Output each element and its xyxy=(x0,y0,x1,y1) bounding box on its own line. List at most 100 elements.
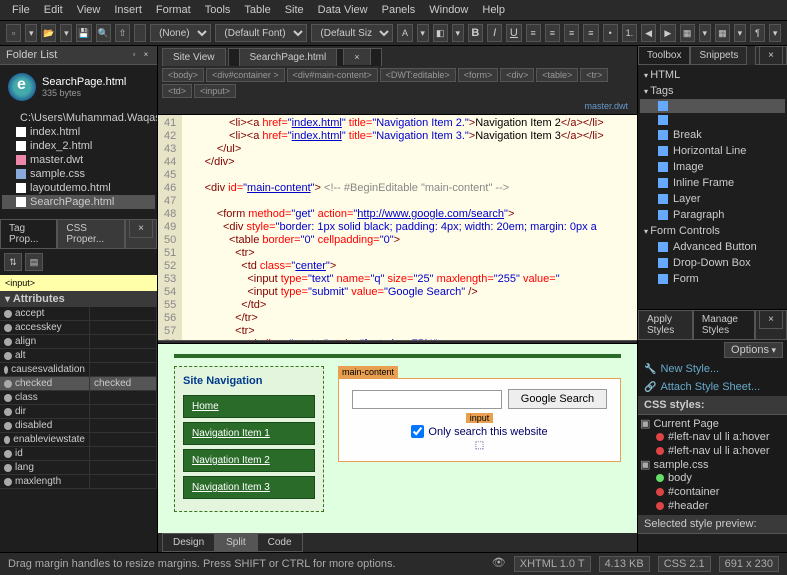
breadcrumb-item[interactable]: <div#container > xyxy=(206,68,285,82)
menu-site[interactable]: Site xyxy=(279,2,310,18)
tab-close-icon[interactable]: × xyxy=(343,48,370,65)
menu-format[interactable]: Format xyxy=(150,2,197,18)
view-split[interactable]: Split xyxy=(215,533,256,552)
attr-row[interactable]: causesvalidation xyxy=(0,363,157,377)
tab-snippets[interactable]: Snippets xyxy=(690,46,747,65)
design-view[interactable]: Site Navigation HomeNavigation Item 1Nav… xyxy=(158,344,637,533)
borders-button[interactable]: ▦ xyxy=(680,24,695,42)
italic-button[interactable]: I xyxy=(487,24,502,42)
attr-row[interactable]: alt xyxy=(0,349,157,363)
toolbox-item[interactable]: Horizontal Line xyxy=(640,143,785,159)
css-rule[interactable]: #left-nav ul li a:hover xyxy=(640,430,785,444)
css-rule[interactable]: body xyxy=(640,471,785,485)
nav-item[interactable]: Home xyxy=(183,395,315,418)
menu-table[interactable]: Table xyxy=(238,2,276,18)
tag-close-icon[interactable]: × xyxy=(129,219,153,238)
fgcolor-button[interactable]: A xyxy=(397,24,412,42)
css-group[interactable]: sample.css xyxy=(640,458,785,471)
toolbox-group[interactable]: HTML xyxy=(640,67,785,83)
tree-item[interactable]: layoutdemo.html xyxy=(2,181,155,195)
tab-tag-properties[interactable]: Tag Prop... xyxy=(0,219,57,249)
visual-aids-icon[interactable]: 👁 xyxy=(492,556,506,572)
menu-edit[interactable]: Edit xyxy=(38,2,69,18)
tab-searchpage[interactable]: SearchPage.html× xyxy=(228,48,382,66)
breadcrumb-item[interactable]: <td> xyxy=(162,84,192,98)
tree-item[interactable]: index.html xyxy=(2,125,155,139)
numbering-button[interactable]: 1. xyxy=(622,24,637,42)
toolbox-item[interactable]: Paragraph xyxy=(640,207,785,223)
attr-row[interactable]: enableviewstate xyxy=(0,433,157,447)
tab-site-view[interactable]: Site View xyxy=(162,48,226,66)
attr-row[interactable]: class xyxy=(0,391,157,405)
new-style-link[interactable]: 🔧 New Style... xyxy=(638,360,787,378)
breadcrumb-item[interactable]: <form> xyxy=(458,68,499,82)
attr-row[interactable]: dir xyxy=(0,405,157,419)
toolbox-item[interactable]: Advanced Button xyxy=(640,239,785,255)
toolbox-item[interactable]: Image xyxy=(640,159,785,175)
toolbox-item[interactable]: Layer xyxy=(640,191,785,207)
preview-button[interactable]: 🔍 xyxy=(96,24,111,42)
breadcrumb-item[interactable]: <input> xyxy=(194,84,236,98)
toolbox-item[interactable] xyxy=(640,99,785,113)
breadcrumb-item[interactable]: <table> xyxy=(536,68,578,82)
toolbox-item[interactable]: Break xyxy=(640,127,785,143)
outdent-button[interactable]: ◀ xyxy=(641,24,656,42)
breadcrumb-item[interactable]: <div#main-content> xyxy=(287,68,378,82)
underline-button[interactable]: U xyxy=(506,24,521,42)
toolbox-item[interactable]: Inline Frame xyxy=(640,175,785,191)
tree-item[interactable]: SearchPage.html xyxy=(2,195,155,209)
folder-close-icon[interactable]: × xyxy=(141,50,151,60)
master-link[interactable]: master.dwt xyxy=(579,100,633,112)
attr-row[interactable]: maxlength xyxy=(0,475,157,489)
attr-row[interactable]: accesskey xyxy=(0,321,157,335)
sitesearch-checkbox[interactable] xyxy=(411,425,424,438)
nav-item[interactable]: Navigation Item 2 xyxy=(183,449,315,472)
bullets-button[interactable]: • xyxy=(603,24,618,42)
tree-root[interactable]: C:\Users\Muhammad.Waqas\Documen xyxy=(2,111,155,125)
align-center-button[interactable]: ≡ xyxy=(545,24,560,42)
css-rule[interactable]: #left-nav ul li a:hover xyxy=(640,444,785,458)
breadcrumb-item[interactable]: <DWT:editable> xyxy=(380,68,456,82)
open-button[interactable]: 📂 xyxy=(41,24,56,42)
folder-pin-icon[interactable]: ▫ xyxy=(129,50,139,60)
align-right-button[interactable]: ≡ xyxy=(564,24,579,42)
resize-handle-icon[interactable]: ⬚ xyxy=(475,440,484,451)
new-dropdown[interactable]: ▾ xyxy=(25,24,37,42)
fgcolor-dropdown[interactable]: ▾ xyxy=(417,24,429,42)
new-button[interactable]: ▫ xyxy=(6,24,21,42)
attr-row[interactable]: accept xyxy=(0,307,157,321)
menu-view[interactable]: View xyxy=(71,2,107,18)
open-dropdown[interactable]: ▾ xyxy=(60,24,72,42)
styles-close-icon[interactable]: × xyxy=(759,310,783,329)
bgcolor-button[interactable]: ◧ xyxy=(433,24,448,42)
bold-button[interactable]: B xyxy=(468,24,483,42)
search-input[interactable] xyxy=(352,390,502,409)
tag-sort-button[interactable]: ⇅ xyxy=(4,253,22,271)
font-select[interactable]: (Default Font) xyxy=(215,24,307,42)
styles-options-button[interactable]: Options ▾ xyxy=(724,342,783,358)
menu-help[interactable]: Help xyxy=(476,2,511,18)
menu-tools[interactable]: Tools xyxy=(199,2,237,18)
tab-manage-styles[interactable]: Manage Styles xyxy=(693,310,755,340)
tree-item[interactable]: sample.css xyxy=(2,167,155,181)
align-justify-button[interactable]: ≡ xyxy=(583,24,598,42)
attr-row[interactable]: align xyxy=(0,335,157,349)
bgcolor-dropdown[interactable]: ▾ xyxy=(452,24,464,42)
save-button[interactable]: 💾 xyxy=(76,24,91,42)
toolbox-item[interactable]: Drop-Down Box xyxy=(640,255,785,271)
toolbox-close-icon[interactable]: × xyxy=(759,46,783,65)
tab-css-properties[interactable]: CSS Proper... xyxy=(57,219,125,249)
breadcrumb-item[interactable]: <div> xyxy=(500,68,534,82)
view-code[interactable]: Code xyxy=(257,533,303,552)
css-rule[interactable]: #container xyxy=(640,485,785,499)
nav-item[interactable]: Navigation Item 3 xyxy=(183,476,315,499)
menu-window[interactable]: Window xyxy=(423,2,474,18)
view-design[interactable]: Design xyxy=(162,533,215,552)
tag-filter-button[interactable]: ▤ xyxy=(25,253,43,271)
menu-file[interactable]: File xyxy=(6,2,36,18)
status-css[interactable]: CSS 2.1 xyxy=(658,556,711,572)
paragraph-button[interactable]: ¶ xyxy=(750,24,765,42)
attr-row[interactable]: disabled xyxy=(0,419,157,433)
indent-button[interactable]: ▶ xyxy=(660,24,675,42)
code-editor[interactable]: 4142434445464748495051525354555657585960… xyxy=(158,115,637,340)
